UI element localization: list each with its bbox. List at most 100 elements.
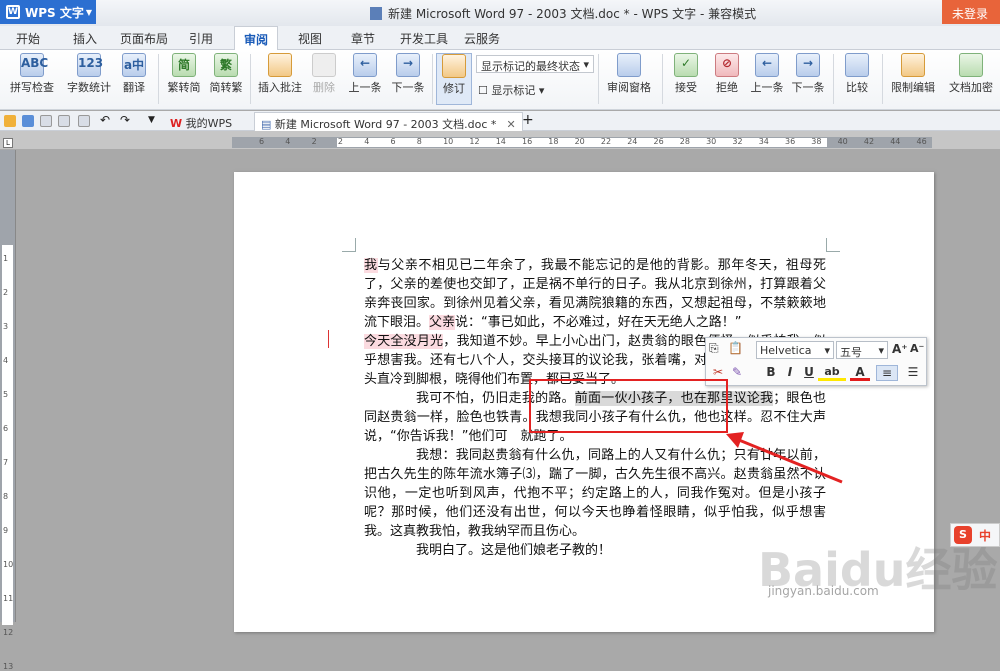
undo-icon[interactable]: ↶ [100,113,112,127]
ribbon-tab-bar: 开始 插入 页面布局 引用 审阅 视图 章节 开发工具 云服务 [0,26,1000,51]
print-preview-icon[interactable] [40,115,52,127]
reject-icon: ⊘ [715,53,739,77]
tab-view[interactable]: 视图 [298,30,322,47]
ime-mode[interactable]: 中 [979,527,991,544]
document-encrypt-button[interactable]: 文档加密 [946,53,996,95]
italic-button[interactable]: I [781,365,799,381]
prev-change-button[interactable]: ← 上一条 [748,53,786,95]
trad-to-simp-button[interactable]: 简繁转简 [164,53,204,95]
compare-icon [845,53,869,77]
export-pdf-icon[interactable] [78,115,90,127]
grow-font-button[interactable]: A⁺ [892,342,908,360]
tab-review[interactable]: 审阅 [234,26,279,51]
insert-comment-button[interactable]: 插入批注 [256,53,304,95]
next-comment-button[interactable]: → 下一条 [388,53,428,95]
lock-icon [901,53,925,77]
reject-button[interactable]: ⊘ 拒绝 [709,53,745,95]
vruler-number: 13 [3,662,14,671]
markup-display-select[interactable]: 显示标记的最终状态 ▾ [476,55,594,73]
crop-mark [342,238,356,252]
restrict-editing-button[interactable]: 限制编辑 [888,53,938,95]
paragraph[interactable]: 我与父亲不相见已二年余了，我最不能忘记的是他的背影。那年冬天，祖母死了，父亲的差… [364,256,826,332]
ruler-number: 12 [469,137,480,146]
tab-stop-selector[interactable]: L [3,138,13,148]
bold-button[interactable]: B [762,365,780,381]
new-tab-button[interactable]: + [522,112,534,128]
shield-icon [959,53,983,77]
print-icon[interactable] [58,115,70,127]
highlight-button[interactable]: ab [818,365,846,381]
vertical-ruler[interactable]: 1 2 3 4 5 6 7 8 9 10 11 12 13 [0,150,16,671]
track-changes-icon [442,54,466,78]
word-count-icon: 123 [77,53,103,77]
paragraph-text: 说：“事已如此，不必难过，好在天无绝人之路！” [455,315,742,330]
ruler-number: 40 [837,137,848,146]
login-button[interactable]: 未登录 [942,0,1000,24]
app-menu-button[interactable]: W WPS 文字 ▼ [0,0,96,24]
ruler-number: 8 [416,137,422,146]
tab-developer[interactable]: 开发工具 [400,30,448,47]
compare-button[interactable]: 比较 [838,53,876,95]
next-change-button[interactable]: → 下一条 [789,53,827,95]
shrink-font-button[interactable]: A⁻ [910,342,924,360]
simp-to-trad-icon: 繁 [214,53,238,77]
ruler-number: 2 [311,137,317,146]
accept-check-icon: ✓ [674,53,698,77]
horizontal-ruler[interactable]: 6 4 2 2 4 6 8 10 12 14 16 18 20 22 24 26 28 30 32 34 36 38 40 4… [232,137,932,148]
tab-insert[interactable]: 插入 [73,30,97,47]
accept-button[interactable]: ✓ 接受 [668,53,704,95]
open-folder-icon[interactable] [4,115,16,127]
ime-toolbar[interactable]: S 中 [950,523,1000,547]
delete-comment-button[interactable]: 删除 [308,53,340,95]
paste-icon[interactable]: 📋 [728,341,746,359]
arrow-left-icon: ← [353,53,377,77]
horizontal-ruler-area: 6 4 2 2 4 6 8 10 12 14 16 18 20 22 24 26 28 30 32 34 36 38 40 4… [0,131,1000,149]
tab-current-document[interactable]: ▤ 新建 Microsoft Word 97 - 2003 文档.doc * ✕ [254,112,523,131]
tab-references[interactable]: 引用 [189,30,213,47]
prev-comment-button[interactable]: ← 上一条 [345,53,385,95]
font-color-button[interactable]: A [850,365,870,381]
ruler-number: 46 [916,137,927,146]
word-count-button[interactable]: 123 字数统计 [66,53,112,95]
line-spacing-button[interactable]: ☰ [902,365,924,381]
tab-my-wps[interactable]: W 我的WPS [164,112,238,131]
ruler-number: 36 [785,137,796,146]
track-changes-button[interactable]: 修订 [436,53,472,105]
tracked-change[interactable]: 我 [364,258,378,273]
chevron-down-icon[interactable]: ▼ [148,115,160,127]
spell-check-icon: ABC [20,53,48,77]
ruler-number: 22 [600,137,612,146]
spell-check-button[interactable]: ABC 拼写检查 [6,53,58,95]
tab-home[interactable]: 开始 [16,30,40,47]
save-icon[interactable] [22,115,34,127]
vruler-number: 3 [3,322,9,331]
mini-toolbar: ⎘ 📋 Helvetica ▾ 五号 ▾ A⁺ A⁻ ✂ ✎ B I U ab A … [705,337,927,386]
font-size-select[interactable]: 五号 ▾ [836,341,888,359]
ruler-number: 2 [337,137,343,146]
show-markup-icon: ☐ [478,84,492,97]
tracked-change[interactable]: 今天全没月光 [364,334,444,349]
tab-section[interactable]: 章节 [351,30,375,47]
simp-to-trad-button[interactable]: 繁简转繁 [206,53,246,95]
ruler-number: 6 [390,137,396,146]
chevron-down-icon: ▾ [878,344,884,357]
ruler-number: 18 [548,137,559,146]
ribbon-separator [250,54,251,104]
copy-icon[interactable]: ⎘ [709,341,727,359]
translate-button[interactable]: a中 翻译 [116,53,152,95]
format-painter-icon[interactable]: ✎ [728,365,746,381]
close-icon[interactable]: ✕ [506,118,515,131]
tab-page-layout[interactable]: 页面布局 [120,30,168,47]
review-pane-button[interactable]: 审阅窗格 [602,53,656,95]
redo-icon[interactable]: ↷ [120,113,132,127]
font-name-select[interactable]: Helvetica ▾ [756,341,834,359]
underline-button[interactable]: U [800,365,818,381]
align-button[interactable]: ≡ [876,365,898,381]
ruler-number: 34 [758,137,769,146]
show-markup-button[interactable]: ☐ 显示标记 ▾ [478,82,544,98]
vruler-number: 12 [3,628,14,637]
window-title: 新建 Microsoft Word 97 - 2003 文档.doc * - W… [370,5,756,22]
translate-icon: a中 [122,53,146,77]
tracked-change[interactable]: 父亲 [429,315,456,330]
tab-cloud[interactable]: 云服务 [464,30,500,47]
